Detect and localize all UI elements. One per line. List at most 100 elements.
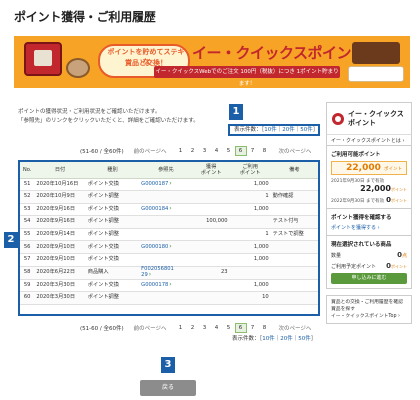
col-ref: 参照先 — [139, 162, 193, 179]
row-used: 1,000 — [229, 253, 271, 267]
sidebar-footer: 賞品との交換・ご利用履歴を確認 賞品を探す イー・クイックスポイントTop › — [326, 295, 412, 324]
ref-link[interactable]: G0000178 — [141, 282, 168, 288]
col-note: 備考 — [270, 162, 318, 179]
col-date: 日付 — [34, 162, 86, 179]
count-label: 数量 — [331, 252, 342, 259]
row-ref — [139, 215, 193, 229]
row-date: 2020年10月9日 — [34, 190, 86, 204]
pager-range: (51-60 / 全60件) — [80, 149, 124, 155]
ref-link[interactable]: G0000184 — [141, 206, 168, 212]
page-link-4[interactable]: 4 — [211, 325, 223, 331]
foot-line3[interactable]: イー・クイックスポイントTop › — [331, 313, 407, 320]
foot-line1[interactable]: 賞品との交換・ご利用履歴を確認 — [331, 299, 407, 306]
row-ref: G0000178› — [139, 279, 193, 293]
page-link-7[interactable]: 7 — [247, 325, 259, 331]
pager-next[interactable]: 次のページへ — [279, 147, 312, 155]
ref-link[interactable]: F002056801 29 — [141, 266, 174, 279]
col-used: ご利用 ポイント — [229, 162, 271, 179]
row-note — [270, 240, 318, 255]
row-note — [270, 178, 318, 192]
row-used — [229, 215, 271, 229]
pending-label: ポイント獲得を確認する — [331, 215, 392, 221]
bento-image — [348, 66, 404, 82]
pager-next[interactable]: 次のページへ — [279, 324, 312, 332]
count-option-50[interactable]: 50件 — [300, 127, 313, 133]
col-type: 種別 — [85, 162, 140, 179]
page-link-5[interactable]: 5 — [223, 148, 235, 154]
page-link-3[interactable]: 3 — [199, 325, 211, 331]
annotation-badge-1: 1 — [229, 104, 243, 120]
pager-prev[interactable]: 前のページへ — [134, 324, 167, 332]
page-link-8[interactable]: 8 — [259, 148, 271, 154]
row-earned — [192, 240, 230, 255]
count-row: 数量 0点 — [331, 251, 407, 259]
page-link-2[interactable]: 2 — [187, 148, 199, 154]
back-button[interactable]: 戻る — [140, 380, 196, 396]
selected-items-section: 現在選択されている商品 数量 0点 ご利用予定ポイント 0ポイント 申し込みに進… — [326, 236, 412, 289]
row-type: ポイント調整 — [85, 291, 140, 305]
row-no: 56 — [20, 240, 35, 255]
row-no: 58 — [20, 266, 35, 280]
page-link-7[interactable]: 7 — [247, 148, 259, 154]
pager-prev[interactable]: 前のページへ — [134, 147, 167, 155]
points-logo-icon — [332, 112, 344, 125]
page-link-5[interactable]: 5 — [223, 325, 235, 331]
table-row: 54 2020年9月16日 ポイント調整 100,000 テスト付与 — [20, 215, 318, 229]
page-link-3[interactable]: 3 — [199, 148, 211, 154]
banner-subline: イー・クイックスWebでのご注文 100円（税抜）につき 1ポイント貯まります！ — [154, 66, 340, 87]
ref-link[interactable]: G0000180 — [141, 244, 168, 250]
page-link-1[interactable]: 1 — [175, 148, 187, 154]
promo-banner[interactable]: ポイントを貯めてステキな 賞品と交換！ イー・クイックスポイント イー・クイック… — [14, 36, 410, 88]
available-points-box: 22,000 ポイント — [331, 161, 407, 175]
page-link-2[interactable]: 2 — [187, 325, 199, 331]
ref-link[interactable]: G0000187 — [141, 181, 168, 187]
row-date: 2020年9月16日 — [34, 215, 86, 229]
row-earned — [192, 253, 230, 267]
row-type: 商品購入 — [85, 266, 140, 280]
row-used — [229, 266, 271, 280]
count-option-50[interactable]: 50件 — [298, 336, 311, 342]
row-ref: G0000187› — [139, 178, 193, 192]
count-selector-bottom: 表示件数：［10件｜20件｜50件］ — [232, 336, 317, 342]
expiry-value-1: 22,000 — [360, 184, 391, 193]
available-value: 22,000 — [346, 163, 381, 173]
row-type: ポイント交換 — [85, 203, 140, 217]
table-row: 58 2020年6月22日 商品購入 F002056801 29› 23 — [20, 266, 318, 280]
chevron-right-icon[interactable]: › — [169, 281, 171, 288]
table-row: 56 2020年9月10日 ポイント交換 G0000180› 1,000 — [20, 240, 318, 255]
table-row: 57 2020年9月10日 ポイント交換 1,000 — [20, 253, 318, 267]
count-label: 表示件数：［ — [234, 127, 265, 133]
count-option-20[interactable]: 20件 — [280, 336, 293, 342]
row-no: 53 — [20, 203, 35, 217]
gift-box-image — [352, 42, 400, 64]
row-type: ポイント交換 — [85, 253, 140, 267]
chevron-right-icon[interactable]: › — [149, 271, 151, 278]
row-ref — [139, 291, 193, 305]
pending-link[interactable]: ポイントを獲得する › — [331, 225, 380, 231]
chevron-right-icon[interactable]: › — [169, 205, 171, 212]
count-option-10[interactable]: 10件 — [262, 336, 275, 342]
page-link-1[interactable]: 1 — [175, 325, 187, 331]
chevron-right-icon[interactable]: › — [169, 243, 171, 250]
row-earned — [192, 190, 230, 204]
row-used: 1,000 — [229, 240, 271, 255]
row-used: 1,000 — [229, 203, 271, 217]
page-link-8[interactable]: 8 — [259, 325, 271, 331]
row-type: ポイント交換 — [85, 279, 140, 293]
apply-button[interactable]: 申し込みに進む — [331, 273, 407, 284]
table-header-row: No. 日付 種別 参照先 獲得 ポイント ご利用 ポイント 備考 — [20, 162, 318, 179]
page-link-4[interactable]: 4 — [211, 148, 223, 154]
intro-line2: 「参照先」のリンクをクリックいただくと、詳細をご確認いただけます。 — [18, 118, 199, 124]
count-option-10[interactable]: 10件 — [264, 127, 277, 133]
row-type: ポイント調整 — [85, 190, 140, 204]
row-note: 動作確認 — [270, 190, 318, 204]
chevron-right-icon[interactable]: › — [169, 180, 171, 187]
count-option-20[interactable]: 20件 — [282, 127, 295, 133]
row-ref: G0000184› — [139, 203, 193, 217]
need-row: ご利用予定ポイント 0ポイント — [331, 262, 407, 270]
row-note — [270, 279, 318, 293]
row-no: 55 — [20, 228, 35, 242]
about-points-link[interactable]: イー・クイックスポイントとは › — [326, 134, 412, 146]
food-image — [66, 58, 90, 78]
pager-range: (51-60 / 全60件) — [80, 326, 124, 332]
